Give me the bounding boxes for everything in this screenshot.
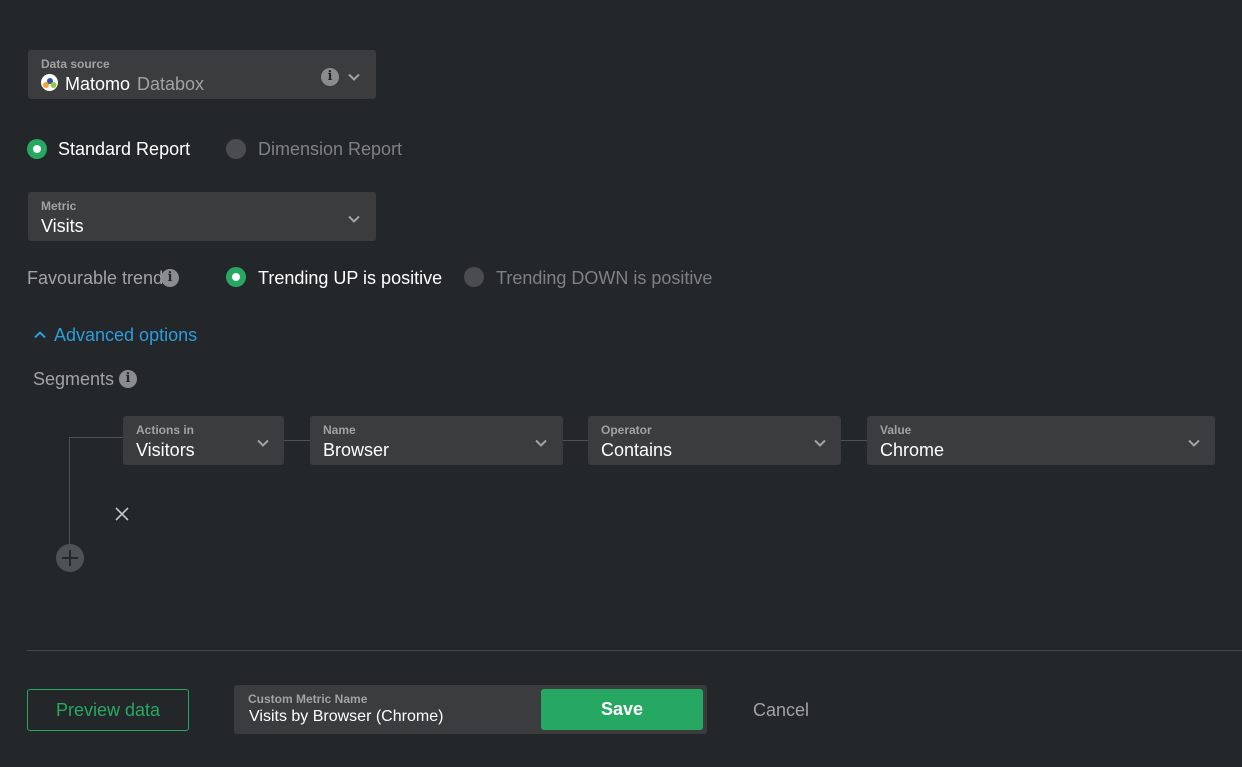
- segment-tree-vertical-line: [69, 437, 70, 547]
- segment-field-value: Contains: [601, 440, 673, 460]
- segment-actions-in-select[interactable]: Actions in Visitors: [123, 416, 284, 465]
- standard-report-radio[interactable]: [27, 139, 47, 159]
- trending-down-label[interactable]: Trending DOWN is positive: [496, 268, 712, 289]
- chevron-up-icon[interactable]: [33, 328, 47, 342]
- segment-field-value: Browser: [323, 440, 390, 460]
- metric-label: Metric: [41, 199, 77, 213]
- data-source-select[interactable]: Data source Matomo Databox i: [28, 50, 376, 99]
- favourable-trend-label: Favourable trend: [27, 268, 164, 288]
- preview-data-button[interactable]: Preview data: [27, 689, 189, 731]
- metric-select[interactable]: Metric Visits: [28, 192, 376, 241]
- trending-up-label[interactable]: Trending UP is positive: [258, 268, 442, 289]
- trending-down-radio[interactable]: [464, 267, 484, 287]
- segment-operator-select[interactable]: Operator Contains: [588, 416, 841, 465]
- segments-label: Segments: [33, 369, 115, 389]
- chevron-down-icon[interactable]: [813, 436, 827, 450]
- dimension-report-label[interactable]: Dimension Report: [258, 139, 402, 160]
- save-label: Save: [600, 699, 644, 719]
- custom-metric-name-field[interactable]: Custom Metric Name Visits by Browser (Ch…: [234, 685, 707, 734]
- segment-value-select[interactable]: Value Chrome: [867, 416, 1215, 465]
- footer-divider: [27, 650, 1242, 651]
- trending-up-radio[interactable]: [226, 267, 246, 287]
- data-source-suffix: Databox: [137, 74, 205, 94]
- segment-connector: [841, 440, 867, 441]
- info-icon[interactable]: i: [119, 370, 137, 388]
- segment-tree-horizontal-line: [69, 437, 123, 438]
- metric-value: Visits: [41, 216, 84, 236]
- info-icon[interactable]: i: [321, 68, 339, 86]
- custom-metric-name-label: Custom Metric Name: [248, 692, 368, 706]
- standard-report-label[interactable]: Standard Report: [58, 139, 190, 160]
- segment-field-label: Operator: [601, 423, 652, 437]
- data-source-value: Matomo: [65, 74, 131, 94]
- chevron-down-icon[interactable]: [534, 436, 548, 450]
- segment-field-value: Chrome: [880, 440, 945, 460]
- dimension-report-radio[interactable]: [226, 139, 246, 159]
- save-button[interactable]: Save: [541, 689, 703, 730]
- matomo-logo-icon: [41, 74, 58, 91]
- segment-connector: [563, 440, 588, 441]
- chevron-down-icon[interactable]: [256, 436, 270, 450]
- chevron-down-icon[interactable]: [1187, 436, 1201, 450]
- close-icon[interactable]: [114, 506, 130, 522]
- segment-field-label: Value: [880, 423, 912, 437]
- chevron-down-icon[interactable]: [347, 70, 361, 84]
- segment-connector: [284, 440, 310, 441]
- segment-field-label: Name: [323, 423, 356, 437]
- chevron-down-icon[interactable]: [347, 212, 361, 226]
- segment-field-label: Actions in: [136, 423, 195, 437]
- info-icon[interactable]: i: [161, 269, 179, 287]
- segment-field-value: Visitors: [136, 440, 195, 460]
- preview-data-label: Preview data: [55, 700, 161, 720]
- add-segment-plus-icon[interactable]: [56, 544, 84, 572]
- data-source-label: Data source: [41, 57, 110, 71]
- cancel-button[interactable]: Cancel: [753, 700, 809, 721]
- advanced-options-link[interactable]: Advanced options: [54, 325, 197, 346]
- custom-metric-name-input[interactable]: Visits by Browser (Chrome): [249, 708, 443, 726]
- segment-name-select[interactable]: Name Browser: [310, 416, 563, 465]
